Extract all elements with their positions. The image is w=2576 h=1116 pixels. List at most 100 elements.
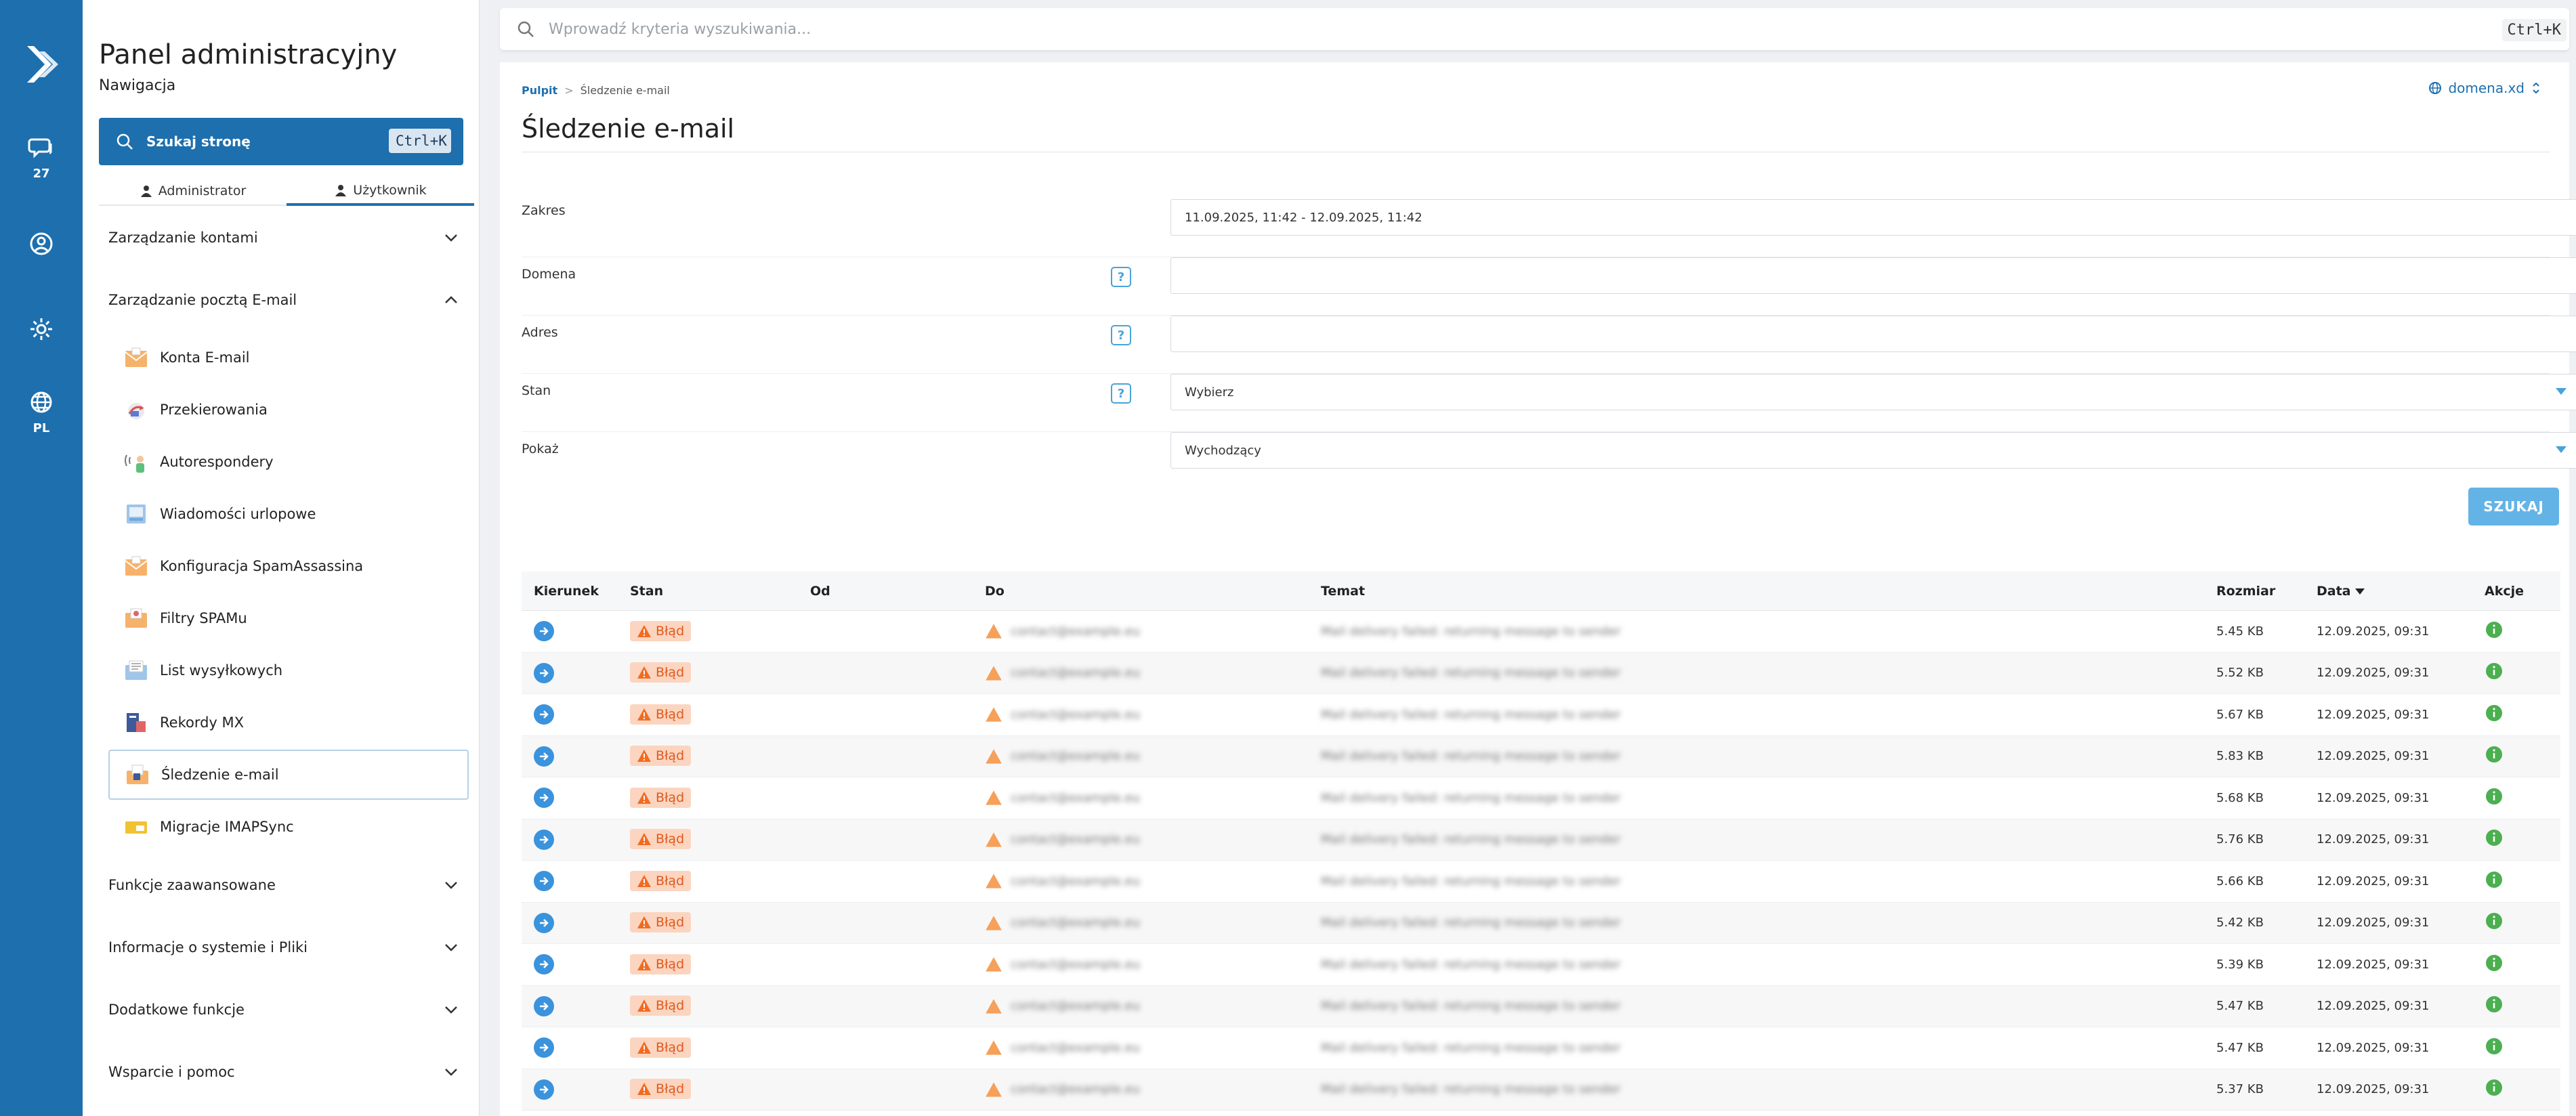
header-date[interactable]: Data (2317, 584, 2485, 599)
domain-input[interactable] (1170, 257, 2576, 294)
nav-item-imapsync[interactable]: Migracje IMAPSync (108, 802, 469, 852)
subject-cell: Mail delivery failed: returning message … (1321, 749, 2216, 763)
info-icon[interactable] (2485, 953, 2504, 972)
info-icon[interactable] (2485, 745, 2504, 764)
warning-icon (637, 708, 651, 721)
table-header: Kierunek Stan Od Do Temat Rozmiar Data A… (522, 572, 2560, 611)
arrow-right-icon (534, 995, 554, 1016)
rail-chat[interactable]: 27 (0, 134, 83, 181)
section-support[interactable]: Wsparcie i pomoc (108, 1055, 461, 1089)
nav-item-label: List wysyłkowych (160, 662, 283, 679)
arrow-right-icon (534, 746, 554, 767)
rail-settings[interactable] (0, 316, 83, 343)
size-cell: 5.47 KB (2216, 1040, 2264, 1055)
user-circle-icon (30, 232, 53, 255)
error-label: Błąd (656, 706, 685, 722)
info-icon[interactable] (2485, 995, 2504, 1014)
date-cell: 12.09.2025, 09:31 (2317, 999, 2430, 1014)
nav-item-mx-records[interactable]: Rekordy MX (108, 698, 469, 748)
info-icon[interactable] (2485, 662, 2504, 681)
subject-cell: Mail delivery failed: returning message … (1321, 874, 2216, 888)
header-size: Rozmiar (2216, 583, 2276, 599)
nav-item-email-tracking[interactable]: Śledzenie e-mail (108, 750, 469, 800)
subject-cell: Mail delivery failed: returning message … (1321, 916, 2216, 930)
chat-count: 27 (33, 167, 50, 181)
section-advanced[interactable]: Funkcje zaawansowane (108, 868, 461, 902)
to-cell: contact@example.eu (985, 664, 1321, 682)
error-label: Błąd (656, 748, 685, 764)
nav-item-spamassassin[interactable]: Konfiguracja SpamAssassina (108, 541, 469, 591)
warning-icon (637, 958, 651, 970)
tracking-table: Kierunek Stan Od Do Temat Rozmiar Data A… (522, 572, 2560, 1111)
nav-item-spam-filters[interactable]: Filtry SPAMu (108, 593, 469, 643)
globe-icon (30, 391, 52, 413)
info-icon[interactable] (2485, 704, 2504, 723)
section-accounts[interactable]: Zarządzanie kontami (108, 221, 461, 255)
domain-label: Domena (522, 267, 576, 282)
section-extra[interactable]: Dodatkowe funkcje (108, 993, 461, 1027)
help-icon[interactable]: ? (1111, 325, 1131, 345)
tab-administrator-label: Administrator (158, 184, 247, 198)
warning-icon (637, 1041, 651, 1054)
section-label: Zarządzanie kontami (108, 230, 258, 246)
warning-icon (637, 916, 651, 929)
info-icon[interactable] (2485, 870, 2504, 889)
date-cell: 12.09.2025, 09:31 (2317, 624, 2430, 639)
breadcrumb-home[interactable]: Pulpit (522, 84, 557, 97)
direction-cell (522, 871, 630, 892)
chevron-down-icon (445, 1069, 457, 1076)
nav-item-vacation-messages[interactable]: Wiadomości urlopowe (108, 489, 469, 539)
rail-profile[interactable] (0, 230, 83, 257)
tab-user[interactable]: Użytkownik (287, 177, 474, 206)
help-icon[interactable]: ? (1111, 267, 1131, 287)
error-label: Błąd (656, 790, 685, 805)
address-input[interactable] (1170, 316, 2576, 352)
domain-selector[interactable]: domena.xd (2428, 80, 2549, 96)
state-select[interactable]: Wybierz (1170, 374, 2576, 410)
header-to: Do (985, 583, 1005, 599)
table-row: Błąd contact@example.eu Mail delivery fa… (522, 611, 2560, 653)
envelope-icon (122, 343, 150, 372)
search-button[interactable]: SZUKAJ (2468, 488, 2559, 525)
info-icon[interactable] (2485, 828, 2504, 847)
info-icon[interactable] (2485, 1078, 2504, 1097)
warning-icon (637, 874, 651, 887)
show-select[interactable]: Wychodzący (1170, 432, 2576, 469)
rail-language[interactable]: PL (0, 389, 83, 435)
nav-search-button[interactable]: Szukaj stronę Ctrl+K (99, 118, 463, 165)
subject-text: Mail delivery failed: returning message … (1321, 1082, 1621, 1097)
info-icon[interactable] (2485, 620, 2504, 639)
info-icon[interactable] (2485, 787, 2504, 806)
nav-item-label: Śledzenie e-mail (161, 767, 279, 783)
nav-item-email-accounts[interactable]: Konta E-mail (108, 332, 469, 383)
actions-cell (2485, 662, 2552, 684)
actions-cell (2485, 745, 2552, 767)
section-email[interactable]: Zarządzanie pocztą E-mail (108, 283, 461, 317)
table-row: Błąd contact@example.eu Mail delivery fa… (522, 944, 2560, 986)
nav-item-forwarders[interactable]: Przekierowania (108, 385, 469, 435)
subject-text: Mail delivery failed: returning message … (1321, 790, 1621, 805)
help-icon[interactable]: ? (1111, 383, 1131, 404)
section-label: Funkcje zaawansowane (108, 877, 276, 893)
direction-cell (522, 912, 630, 933)
direction-cell (522, 829, 630, 850)
tab-administrator[interactable]: Administrator (99, 177, 287, 206)
info-icon[interactable] (2485, 911, 2504, 930)
spam-filter-icon (122, 604, 150, 632)
logo-icon[interactable] (19, 42, 64, 87)
state-cell: Błąd (630, 953, 810, 975)
info-icon[interactable] (2485, 1037, 2504, 1056)
to-address: contact@example.eu (1011, 624, 1141, 639)
range-input[interactable]: 11.09.2025, 11:42 - 12.09.2025, 11:42 (1170, 199, 2576, 236)
section-system-info[interactable]: Informacje o systemie i Pliki (108, 930, 461, 964)
nav-item-label: Konta E-mail (160, 349, 250, 366)
nav-item-autoresponders[interactable]: Autorespondery (108, 437, 469, 487)
page-title: Śledzenie e-mail (522, 114, 735, 144)
forward-icon (122, 395, 150, 424)
table-row: Błąd contact@example.eu Mail delivery fa… (522, 735, 2560, 777)
global-search-input[interactable] (549, 20, 2445, 38)
to-address: contact@example.eu (1011, 790, 1141, 805)
error-badge: Błąd (630, 662, 692, 683)
nav-item-mailing-lists[interactable]: List wysyłkowych (108, 645, 469, 695)
chat-icon (28, 138, 52, 158)
